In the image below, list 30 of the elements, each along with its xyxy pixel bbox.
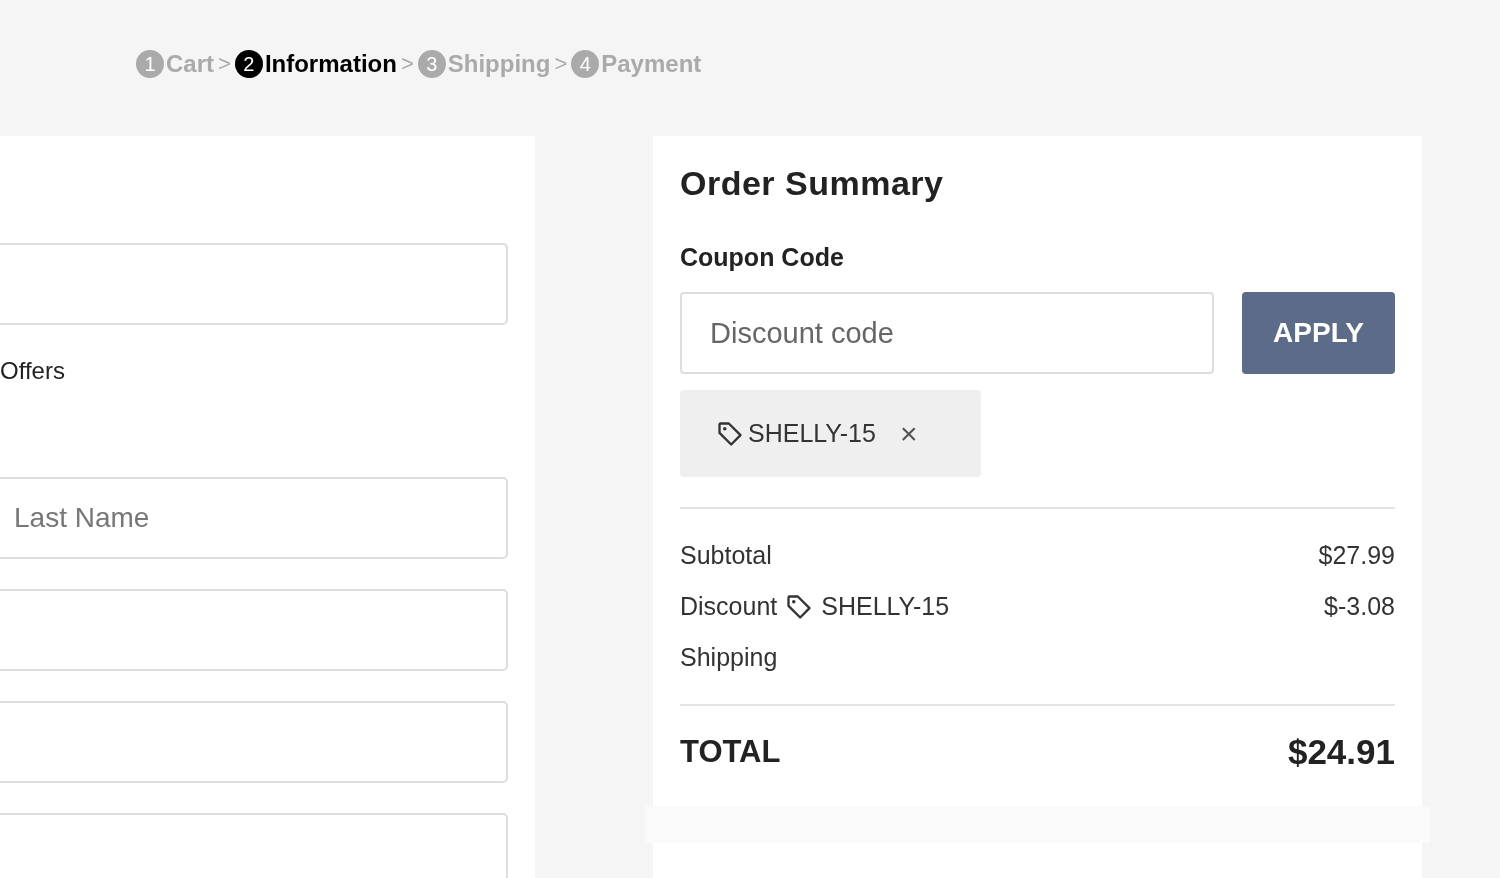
breadcrumb-separator: > xyxy=(554,51,568,77)
tag-icon xyxy=(785,592,814,621)
order-summary-title: Order Summary xyxy=(680,164,945,203)
checkbox-label: Offers xyxy=(0,357,66,386)
line-value: $-3.08 xyxy=(1324,592,1395,621)
input-field[interactable]: Last Name xyxy=(0,477,508,559)
step-number: 2 xyxy=(234,50,263,78)
breadcrumb-separator: > xyxy=(400,51,414,77)
input-field[interactable] xyxy=(0,813,508,878)
close-button[interactable]: × xyxy=(899,416,918,451)
line-label: Shipping xyxy=(680,643,778,672)
coupon-code: SHELLY-15 xyxy=(748,419,876,448)
discount-code-field[interactable]: Discount code xyxy=(680,292,1214,374)
total-label: TOTAL xyxy=(680,734,781,770)
coupon-label: Coupon Code xyxy=(680,243,844,272)
apply-button[interactable]: APPLY xyxy=(1242,292,1395,374)
line-value: $27.99 xyxy=(1318,541,1395,570)
step-number: 3 xyxy=(417,50,446,78)
coupon-code: SHELLY-15 xyxy=(821,592,950,621)
line-label: Discount xyxy=(680,592,778,621)
tag-icon xyxy=(716,419,744,448)
input-field[interactable] xyxy=(0,701,508,783)
line-label: Subtotal xyxy=(680,541,772,570)
breadcrumb-step[interactable]: Information xyxy=(264,50,397,78)
total-value: $24.91 xyxy=(1287,732,1395,772)
step-number: 1 xyxy=(136,50,164,78)
input-field[interactable] xyxy=(0,243,508,325)
step-number: 4 xyxy=(571,50,600,78)
breadcrumb-separator: > xyxy=(218,51,231,77)
input-field[interactable] xyxy=(0,589,508,671)
